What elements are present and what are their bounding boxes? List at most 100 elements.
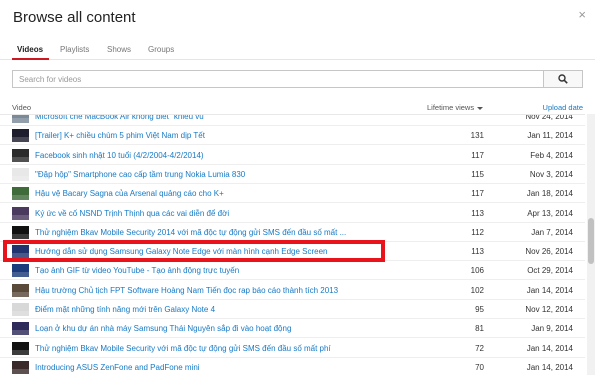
upload-date: Nov 12, 2014 [525,305,573,314]
close-icon[interactable]: × [578,8,586,21]
video-thumbnail[interactable] [12,245,29,259]
video-title-link[interactable]: "Đập hộp" Smartphone cao cấp tầm trung N… [35,170,245,179]
thumbnail-detail [12,195,29,201]
upload-date: Nov 3, 2014 [529,169,573,179]
upload-date: Oct 29, 2014 [527,266,573,276]
video-row[interactable]: Introducing ASUS ZenFone and PadFone min… [0,358,585,375]
video-title-link[interactable]: Hậu trường Chủ tịch FPT Software Hoàng N… [35,286,338,295]
video-title-link[interactable]: Tạo ảnh GIF từ video YouTube - Tạo ảnh đ… [35,266,239,275]
upload-date: Jan 7, 2014 [531,227,573,237]
search-input[interactable] [12,70,543,88]
view-count: 70 [475,362,484,372]
view-count: 131 [470,131,484,141]
view-count: 117 [471,150,484,160]
column-views-label: Lifetime views [427,103,475,112]
thumbnail-detail [12,137,29,143]
thumbnail-detail [12,330,29,336]
view-count: 112 [471,227,484,237]
video-row[interactable]: Hướng dẫn sử dụng Samsung Galaxy Note Ed… [0,242,585,262]
video-row[interactable]: Facebook sinh nhật 10 tuổi (4/2/2004-4/2… [0,146,585,165]
column-upload-date[interactable]: Upload date [543,103,583,112]
video-title-link[interactable]: Introducing ASUS ZenFone and PadFone min… [35,363,200,372]
view-count: 113 [471,208,484,218]
column-video: Video [12,103,32,112]
video-row[interactable]: Thử nghiệm Bkav Mobile Security 2014 với… [0,223,585,242]
video-thumbnail[interactable] [12,129,29,143]
tab-bar: Videos Playlists Shows Groups [0,40,595,60]
view-count: 113 [471,247,484,257]
search-icon [558,74,568,84]
video-thumbnail[interactable] [12,115,29,123]
video-thumbnail[interactable] [12,341,29,355]
upload-date: Nov 24, 2014 [525,114,573,121]
video-row[interactable]: Hậu trường Chủ tịch FPT Software Hoàng N… [0,281,585,300]
tab-videos[interactable]: Videos [17,45,43,54]
view-count: 81 [475,324,484,334]
thumbnail-detail [12,233,29,239]
video-row[interactable]: Microsoft chê MacBook Air không biết "kh… [0,114,585,126]
video-title-link[interactable]: Thử nghiệm Bkav Mobile Security 2014 với… [35,228,346,237]
browse-content-dialog: Browse all content × Videos Playlists Sh… [0,0,595,375]
scrollbar-thumb[interactable] [588,218,594,264]
video-thumbnail[interactable] [12,303,29,316]
view-count: 117 [471,189,484,199]
video-row[interactable]: "Đập hộp" Smartphone cao cấp tầm trung N… [0,165,585,184]
video-title-link[interactable]: Hậu vệ Bacary Sagna của Arsenal quảng cá… [35,189,224,198]
video-thumbnail[interactable] [12,206,29,220]
video-list: Microsoft chê MacBook Air không biết "kh… [0,114,585,375]
video-thumbnail[interactable] [12,360,29,374]
view-count: 102 [470,285,484,295]
video-row[interactable]: Thử nghiệm Bkav Mobile Security với mã đ… [0,339,585,358]
thumbnail-detail [12,175,29,181]
video-row[interactable]: Loạn ở khu dự án nhà máy Samsung Thái Ng… [0,319,585,339]
video-title-link[interactable]: Hướng dẫn sử dụng Samsung Galaxy Note Ed… [35,247,327,256]
thumbnail-detail [12,214,29,220]
upload-date: Jan 14, 2014 [526,285,573,295]
video-title-link[interactable]: Facebook sinh nhật 10 tuổi (4/2/2004-4/2… [35,151,204,160]
video-thumbnail[interactable] [12,264,29,278]
upload-date: Nov 26, 2014 [525,247,573,257]
thumbnail-detail [12,253,29,259]
view-count: 106 [470,266,484,276]
video-thumbnail[interactable] [12,187,29,201]
video-title-link[interactable]: Microsoft chê MacBook Air không biết "kh… [35,115,207,121]
column-lifetime-views[interactable]: Lifetime views [427,103,484,112]
tab-playlists[interactable]: Playlists [60,45,89,54]
video-row[interactable]: Hậu vệ Bacary Sagna của Arsenal quảng cá… [0,184,585,204]
thumbnail-detail [12,272,29,278]
view-count: 95 [475,305,484,314]
upload-date: Jan 11, 2014 [527,131,573,141]
upload-date: Jan 14, 2014 [526,362,573,372]
thumbnail-detail [12,349,29,355]
view-count: 115 [471,169,484,179]
upload-date: Jan 14, 2014 [526,343,573,353]
video-thumbnail[interactable] [12,148,29,162]
video-row[interactable]: Điểm mặt những tính năng mới trên Galaxy… [0,300,585,319]
tab-groups[interactable]: Groups [148,45,174,54]
video-title-link[interactable]: Ký ức về cố NSND Trịnh Thịnh qua các vai… [35,209,229,218]
tab-shows[interactable]: Shows [107,45,131,54]
video-title-link[interactable]: [Trailer] K+ chiều chùm 5 phim Việt Nam … [35,131,205,140]
sort-arrow-icon [477,106,484,110]
upload-date: Feb 4, 2014 [530,150,573,160]
view-count: 72 [475,343,484,353]
scrollbar[interactable] [587,114,595,375]
column-header: Video Lifetime views Upload date [0,100,595,114]
video-thumbnail[interactable] [12,225,29,239]
video-thumbnail[interactable] [12,322,29,336]
video-thumbnail[interactable] [12,167,29,181]
video-row[interactable]: Ký ức về cố NSND Trịnh Thịnh qua các vai… [0,204,585,223]
video-thumbnail[interactable] [12,283,29,297]
video-title-link[interactable]: Thử nghiệm Bkav Mobile Security với mã đ… [35,344,331,353]
thumbnail-detail [12,156,29,162]
search-bar [12,70,583,88]
thumbnail-detail [12,291,29,297]
video-row[interactable]: Tạo ảnh GIF từ video YouTube - Tạo ảnh đ… [0,261,585,281]
upload-date: Jan 9, 2014 [531,324,573,334]
video-title-link[interactable]: Điểm mặt những tính năng mới trên Galaxy… [35,305,215,314]
video-title-link[interactable]: Loạn ở khu dự án nhà máy Samsung Thái Ng… [35,324,291,333]
search-button[interactable] [543,70,583,88]
active-tab-indicator [12,58,49,60]
video-row[interactable]: [Trailer] K+ chiều chùm 5 phim Việt Nam … [0,126,585,146]
upload-date: Apr 13, 2014 [527,208,573,218]
